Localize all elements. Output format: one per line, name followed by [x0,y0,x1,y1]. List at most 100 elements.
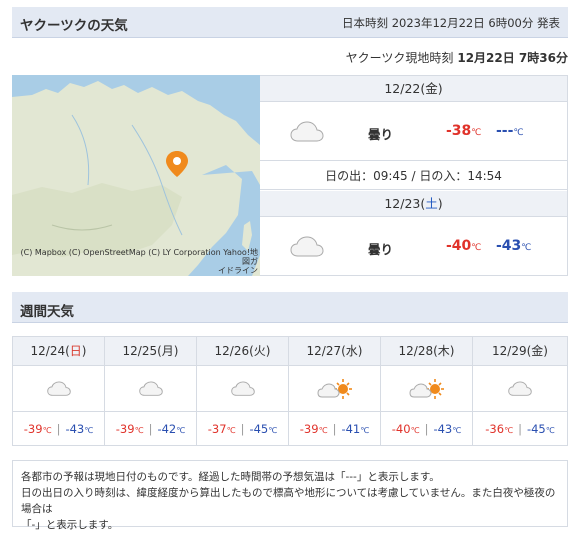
weekly-high: -37℃ [207,422,236,436]
weekly-dow: 日 [69,344,82,358]
weekly-dow: 火 [253,344,266,358]
sun-cloud-icon [316,379,352,399]
forecast-date-text: 12/22 [384,81,421,96]
weekly-icon-cell [289,367,380,412]
low-temp: ---℃ [496,123,524,139]
weekly-icon-cell [381,367,472,412]
page-title: ヤクーツクの天気 [20,18,128,34]
low-temp: -43℃ [496,238,531,254]
weekly-temps: -40℃ | -43℃ [381,413,472,445]
local-time-label: ヤクーツク現地時刻 [345,51,454,65]
cloud-icon [230,381,255,396]
notes: 各都市の予報は現地日付のものです。経過した時間帯の予想気温は「---」と表示しま… [12,460,568,531]
low-temp-value: --- [496,123,514,139]
cloud-icon [508,381,532,396]
cloud-icon [46,381,71,396]
map-credit: (C) Mapbox (C) OpenStreetMap (C) LY Corp… [16,248,258,275]
sunrise-sunset: 日の出：09:45 / 日の入：14:54 [260,162,567,190]
page-header: ヤクーツクの天気 日本時刻 2023年12月22日 6時00分 発表 [12,7,568,38]
forecast-dow: 金 [425,81,438,96]
temp-unit: ℃ [471,128,482,138]
cloud-icon [290,236,324,257]
weekly-low: -41℃ [341,422,370,436]
weekly-date-text: 12/25 [122,344,158,358]
weekly-low: -45℃ [249,422,278,436]
map-credit-line2: イドライン [218,266,258,275]
high-temp-value: -40 [446,238,472,254]
weekly-dow: 月 [161,344,174,358]
forecast-date-1: 12/23(土) [260,191,567,217]
forecast-row-0: 曇り -38℃ ---℃ [260,103,567,161]
temp-separator: | [148,422,153,436]
note-line: 各都市の予報は現地日付のものです。経過した時間帯の予想気温は「---」と表示しま… [21,471,440,483]
weekly-dow: 水 [345,344,358,358]
weekly-header: 週間天気 [12,292,568,323]
sun-cloud-icon [408,379,444,399]
weekly-table: 12/24(日) -39℃ | -43℃ 12/25(月) -39℃ | -42℃ 12/26(… [12,336,568,446]
forecast-row-1: 曇り -40℃ -43℃ [260,218,567,276]
weekly-day-12-26: 12/26(火) -37℃ | -45℃ [197,337,289,445]
weekly-high: -39℃ [299,422,328,436]
low-temp-value: -43 [496,238,522,254]
weekly-day-12-28: 12/28(木) -40℃ | -43℃ [381,337,473,445]
cloud-icon [290,121,324,142]
temp-separator: | [240,422,245,436]
weekly-dow: 木 [437,344,450,358]
weekly-date: 12/27(水) [289,337,380,366]
weekly-high: -39℃ [115,422,144,436]
weather-label: 曇り [368,242,394,257]
map[interactable]: (C) Mapbox (C) OpenStreetMap (C) LY Corp… [12,75,260,276]
high-temp: -40℃ [446,238,481,254]
weekly-temps: -36℃ | -45℃ [473,413,567,445]
weekly-title: 週間天気 [20,304,74,320]
weekly-date: 12/29(金) [473,337,567,366]
weekly-date-text: 12/24 [30,344,66,358]
temp-separator: | [424,422,429,436]
weekly-low: -42℃ [157,422,186,436]
local-time-value: 12月22日 7時36分 [457,51,568,65]
weekly-date-text: 12/26 [214,344,250,358]
temp-separator: | [332,422,337,436]
map-terrain [12,75,260,276]
weekly-low: -43℃ [65,422,94,436]
weekly-icon-cell [13,367,104,412]
temp-unit: ℃ [513,128,524,138]
weekly-date: 12/25(月) [105,337,196,366]
temp-unit: ℃ [471,243,482,253]
note-line: 「-」と表示します。 [21,519,119,531]
weekly-date: 12/24(日) [13,337,104,366]
weekly-date-text: 12/28 [398,344,434,358]
weekly-high: -40℃ [391,422,420,436]
temp-separator: | [518,422,522,436]
weekly-icon-cell [473,367,567,412]
weekly-dow: 金 [531,344,544,358]
temp-unit: ℃ [521,243,532,253]
weekly-low: -45℃ [526,422,555,436]
temp-separator: | [56,422,61,436]
weekly-high: -36℃ [485,422,514,436]
note-line: 日の出日の入り時刻は、緯度経度から算出したもので標高や地形については考慮していま… [21,487,556,515]
high-temp: -38℃ [446,123,481,139]
forecast-date-text: 12/23 [384,196,421,211]
weekly-date-text: 12/29 [492,344,527,358]
weekly-temps: -39℃ | -41℃ [289,413,380,445]
weekly-icon-cell [197,367,288,412]
weekly-icon-cell [105,367,196,412]
weekly-high: -39℃ [23,422,52,436]
daily-forecast: 12/22(金) 曇り -38℃ ---℃ 日の出：09:45 / 日の入：14… [260,75,568,276]
cloud-icon [138,381,163,396]
weekly-date: 12/26(火) [197,337,288,366]
weekly-temps: -37℃ | -45℃ [197,413,288,445]
high-temp-value: -38 [446,123,472,139]
weekly-day-12-29: 12/29(金) -36℃ | -45℃ [473,337,567,445]
announce-time: 日本時刻 2023年12月22日 6時00分 発表 [342,16,560,30]
weekly-day-12-25: 12/25(月) -39℃ | -42℃ [105,337,197,445]
weekly-temps: -39℃ | -43℃ [13,413,104,445]
forecast-dow: 土 [425,196,438,211]
forecast-date-0: 12/22(金) [260,76,567,102]
weekly-temps: -39℃ | -42℃ [105,413,196,445]
weekly-day-12-27: 12/27(水) -39℃ | -41℃ [289,337,381,445]
local-time: ヤクーツク現地時刻 12月22日 7時36分 [346,49,568,66]
weekly-low: -43℃ [433,422,462,436]
weather-label: 曇り [368,127,394,142]
